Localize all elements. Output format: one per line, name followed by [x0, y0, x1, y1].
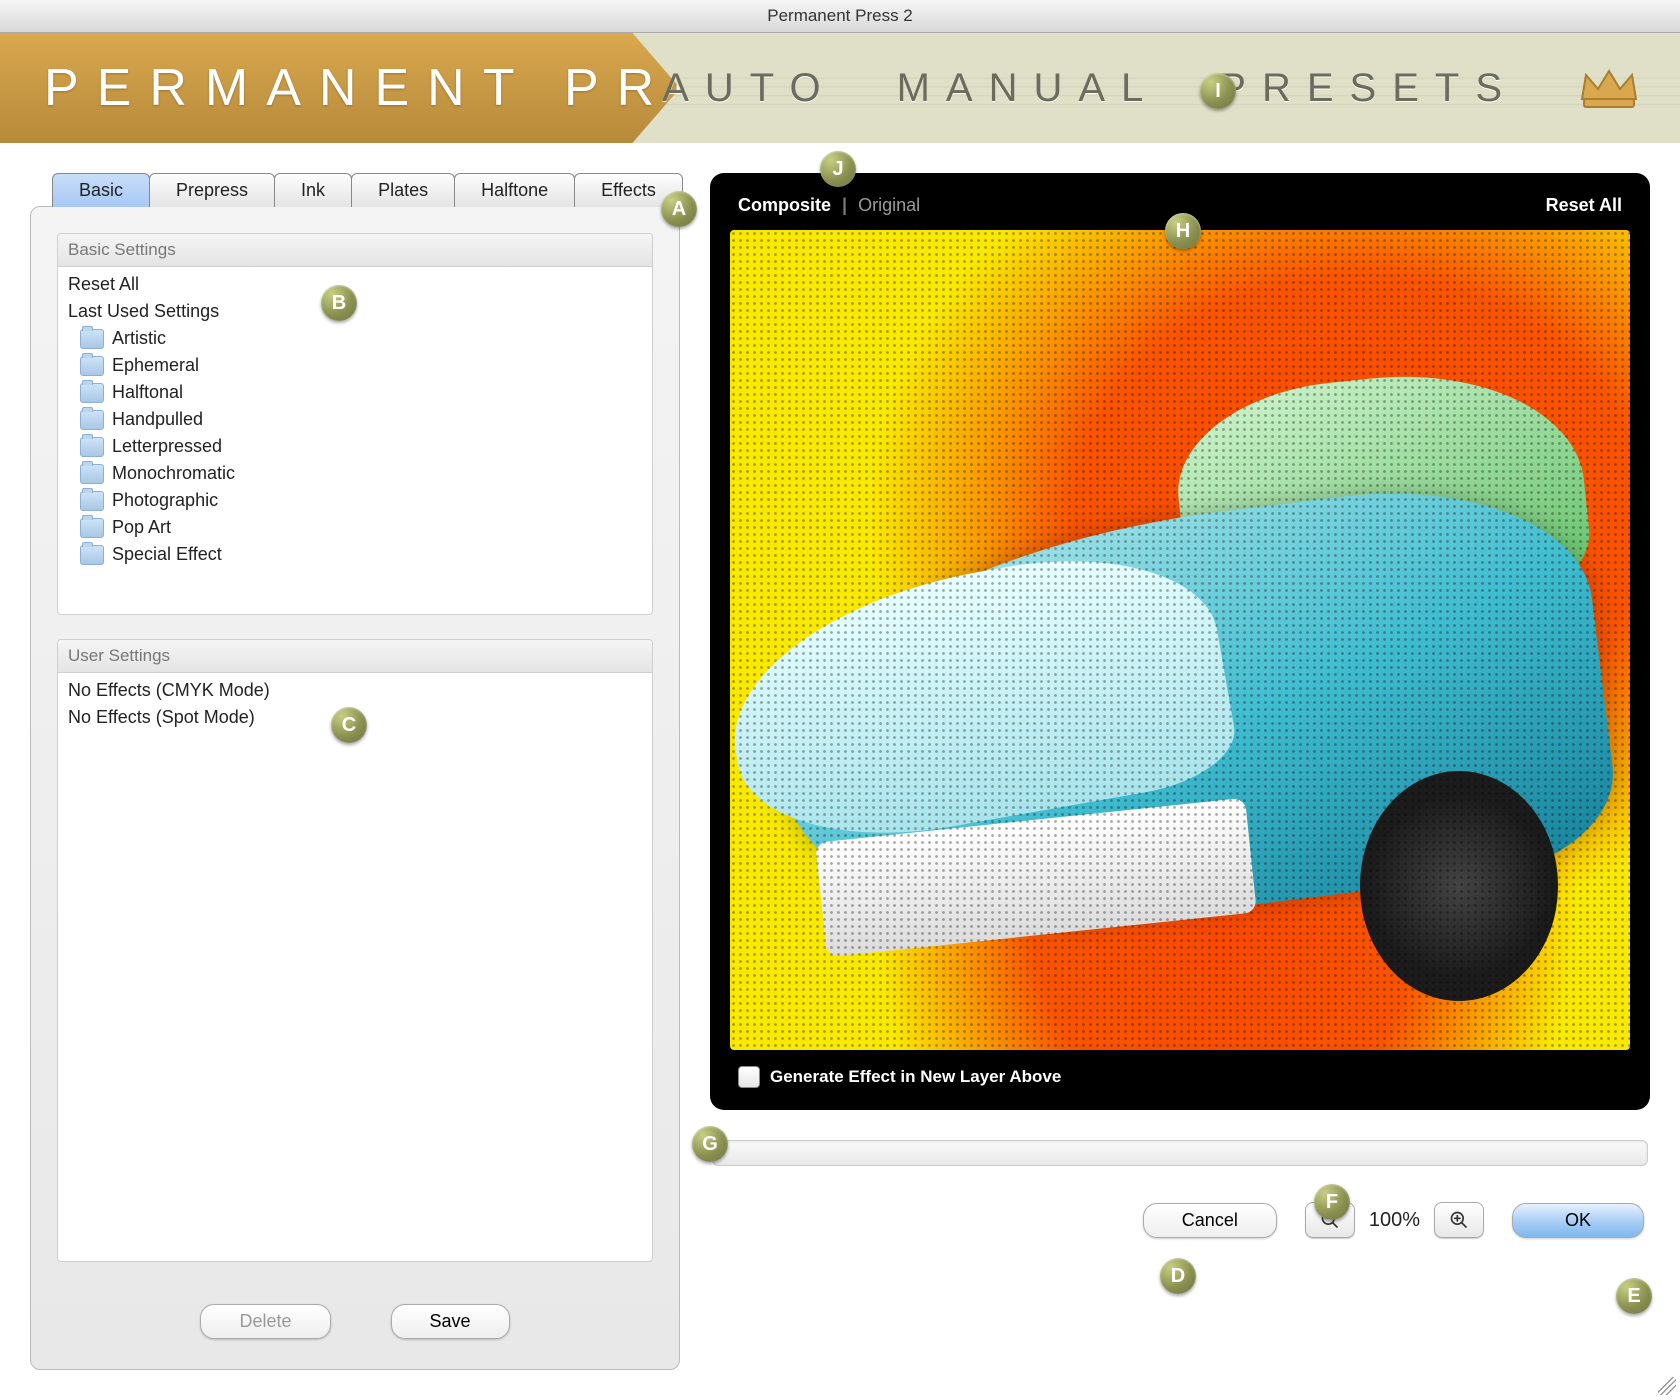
ok-button[interactable]: OK: [1512, 1203, 1644, 1238]
main-area: Basic Prepress Ink Plates Halftone Effec…: [0, 143, 1680, 1400]
separator: |: [836, 195, 853, 215]
folder-icon: [80, 491, 104, 511]
list-item-label: Handpulled: [112, 409, 203, 430]
folder-icon: [80, 437, 104, 457]
list-item-label: Monochromatic: [112, 463, 235, 484]
folder-icon: [80, 545, 104, 565]
folder-icon: [80, 410, 104, 430]
nav-auto[interactable]: AUTO: [662, 66, 836, 111]
list-item-label: Halftonal: [112, 382, 183, 403]
callout-c: C: [331, 707, 367, 743]
callout-b: B: [321, 285, 357, 321]
generate-layer-checkbox[interactable]: [738, 1066, 760, 1088]
left-button-row: Delete Save: [57, 1286, 653, 1343]
list-item-label: Pop Art: [112, 517, 171, 538]
basic-settings-body[interactable]: Reset All Last Used Settings Artistic Ep…: [58, 267, 652, 614]
bottom-controls: Cancel 100% OK: [710, 1202, 1650, 1238]
list-item-label: Artistic: [112, 328, 166, 349]
list-item[interactable]: Pop Art: [58, 514, 652, 541]
user-settings-header: User Settings: [58, 640, 652, 673]
header-nav: AUTO MANUAL PRESETS: [662, 33, 1640, 143]
callout-d: D: [1160, 1258, 1196, 1294]
list-item-label: Last Used Settings: [68, 301, 219, 322]
list-item-label: Letterpressed: [112, 436, 222, 457]
list-item[interactable]: No Effects (CMYK Mode): [58, 677, 652, 704]
delete-button[interactable]: Delete: [200, 1304, 330, 1339]
progress-bar: [712, 1140, 1648, 1166]
generate-layer-label: Generate Effect in New Layer Above: [770, 1067, 1061, 1087]
list-item[interactable]: Halftonal: [58, 379, 652, 406]
zoom-value: 100%: [1369, 1209, 1420, 1232]
resize-grip[interactable]: [1658, 1377, 1676, 1395]
list-item[interactable]: Photographic: [58, 487, 652, 514]
window-title: Permanent Press 2: [767, 6, 913, 26]
basic-settings-list: Basic Settings Reset All Last Used Setti…: [57, 233, 653, 615]
folder-icon: [80, 356, 104, 376]
list-item[interactable]: Handpulled: [58, 406, 652, 433]
reset-all-link[interactable]: Reset All: [1546, 195, 1622, 216]
left-column: Basic Prepress Ink Plates Halftone Effec…: [30, 173, 680, 1370]
basic-settings-header: Basic Settings: [58, 234, 652, 267]
tab-plates[interactable]: Plates: [351, 173, 455, 207]
list-item[interactable]: Monochromatic: [58, 460, 652, 487]
folder-icon: [80, 464, 104, 484]
list-item-label: No Effects (Spot Mode): [68, 707, 255, 728]
zoom-in-button[interactable]: [1434, 1202, 1484, 1238]
preview-image[interactable]: [730, 230, 1630, 1050]
tab-basic[interactable]: Basic: [52, 173, 150, 207]
titlebar: Permanent Press 2: [0, 0, 1680, 33]
header-band: PERMANENT PRESS AUTO MANUAL PRESETS I: [0, 33, 1680, 143]
callout-g: G: [692, 1126, 728, 1162]
callout-h: H: [1165, 213, 1201, 249]
tab-panel: Basic Settings Reset All Last Used Setti…: [30, 206, 680, 1370]
folder-icon: [80, 518, 104, 538]
save-button[interactable]: Save: [391, 1304, 510, 1339]
tab-prepress[interactable]: Prepress: [149, 173, 275, 207]
crown-icon[interactable]: [1578, 65, 1640, 111]
list-item-label: Photographic: [112, 490, 218, 511]
preview-footer: Generate Effect in New Layer Above: [730, 1050, 1630, 1092]
tab-halftone[interactable]: Halftone: [454, 173, 575, 207]
brand-wedge: PERMANENT PRESS: [0, 33, 680, 143]
folder-icon: [80, 383, 104, 403]
list-item-label: Special Effect: [112, 544, 222, 565]
preview-artwork: [730, 230, 1630, 1050]
view-composite[interactable]: Composite: [738, 195, 831, 215]
preview-panel: Composite | Original Reset All: [710, 173, 1650, 1110]
callout-a: A: [661, 191, 697, 227]
right-column: Composite | Original Reset All: [710, 173, 1650, 1370]
list-item[interactable]: Artistic: [58, 325, 652, 352]
list-item[interactable]: Special Effect: [58, 541, 652, 568]
nav-manual[interactable]: MANUAL: [897, 66, 1160, 111]
folder-icon: [80, 329, 104, 349]
list-item[interactable]: Ephemeral: [58, 352, 652, 379]
callout-j: J: [820, 151, 856, 187]
callout-i: I: [1200, 73, 1236, 109]
plugin-window: Permanent Press 2 PERMANENT PRESS AUTO M…: [0, 0, 1680, 1399]
tabbar: Basic Prepress Ink Plates Halftone Effec…: [52, 173, 680, 207]
zoom-in-icon: [1449, 1210, 1469, 1230]
user-settings-body[interactable]: No Effects (CMYK Mode) No Effects (Spot …: [58, 673, 652, 1261]
list-item-label: No Effects (CMYK Mode): [68, 680, 270, 701]
preview-view-switch: Composite | Original: [738, 195, 920, 216]
cancel-button[interactable]: Cancel: [1143, 1203, 1277, 1238]
list-item[interactable]: Letterpressed: [58, 433, 652, 460]
tab-ink[interactable]: Ink: [274, 173, 352, 207]
list-item-label: Ephemeral: [112, 355, 199, 376]
list-item-label: Reset All: [68, 274, 139, 295]
callout-e: E: [1616, 1278, 1652, 1314]
view-original[interactable]: Original: [858, 195, 920, 215]
nav-presets[interactable]: PRESETS: [1219, 66, 1518, 111]
callout-f: F: [1314, 1184, 1350, 1220]
